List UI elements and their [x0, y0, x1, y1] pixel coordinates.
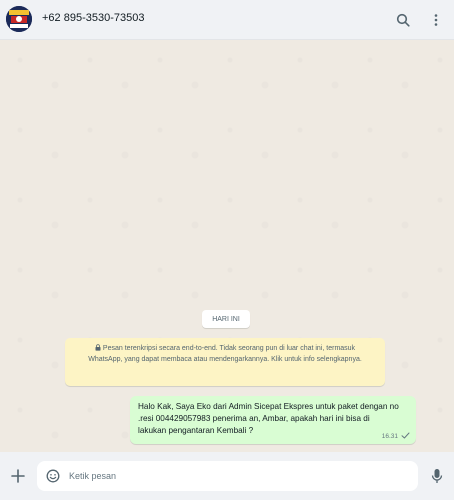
contact-avatar[interactable] [6, 6, 32, 32]
date-separator: HARI INI [202, 310, 250, 328]
encryption-notice[interactable]: Pesan terenkripsi secara end-to-end. Tid… [65, 338, 385, 386]
message-composer [0, 452, 454, 500]
message-text: Halo Kak, Saya Eko dari Admin Sicepat Ek… [138, 402, 399, 435]
message-meta: 16.31 [382, 432, 410, 441]
encryption-notice-text: Pesan terenkripsi secara end-to-end. Tid… [88, 345, 362, 363]
message-input-box[interactable] [37, 461, 418, 491]
chat-panel[interactable] [0, 40, 454, 452]
emoji-icon[interactable] [46, 469, 60, 483]
contact-name[interactable]: +62 895-3530-73503 [42, 12, 144, 24]
message-time: 16.31 [381, 433, 398, 440]
kebab-menu-icon[interactable] [426, 10, 446, 30]
lock-icon [95, 344, 101, 351]
message-input[interactable] [69, 461, 409, 491]
search-icon[interactable] [393, 10, 413, 30]
outgoing-message[interactable]: Halo Kak, Saya Eko dari Admin Sicepat Ek… [130, 396, 416, 444]
microphone-icon[interactable] [428, 467, 446, 485]
plus-icon[interactable] [8, 466, 28, 486]
single-check-icon [401, 432, 410, 441]
chat-header: +62 895-3530-73503 [0, 0, 454, 40]
